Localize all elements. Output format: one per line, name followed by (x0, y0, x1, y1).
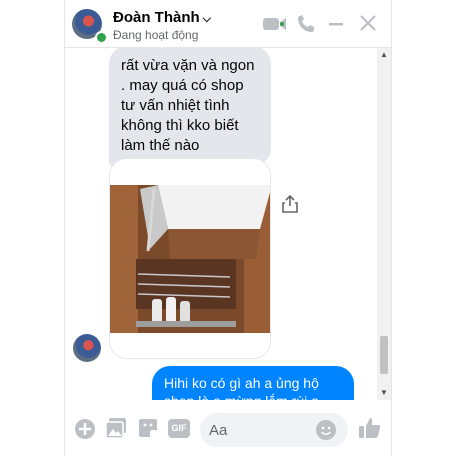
message-input-placeholder: Aa (209, 422, 228, 439)
outgoing-message[interactable]: Hihi ko có gì ah a ủng hộ shop là e mừng… (152, 366, 354, 400)
contact-name[interactable]: Đoàn Thành ⌵ (113, 9, 211, 26)
message-input[interactable]: Aa (200, 413, 348, 447)
message-image[interactable] (109, 158, 271, 359)
like-icon[interactable] (358, 416, 382, 440)
chat-header: Đoàn Thành ⌵ Đang hoạt động (65, 0, 391, 48)
composer: GIF Aa (65, 401, 391, 456)
sender-avatar[interactable] (73, 334, 101, 362)
kitchen-cabinet-photo (110, 159, 270, 358)
sticker-icon[interactable] (137, 417, 159, 439)
close-icon[interactable] (358, 13, 378, 35)
minimize-icon[interactable] (327, 13, 345, 35)
share-icon[interactable] (282, 195, 298, 213)
gif-icon[interactable]: GIF (168, 419, 190, 438)
video-camera-icon[interactable] (262, 13, 288, 35)
scrollbar-thumb[interactable] (380, 336, 388, 374)
photo-icon[interactable] (105, 417, 127, 439)
emoji-face-glyph (320, 426, 332, 435)
scrollbar[interactable]: ▲ ▼ (377, 48, 391, 400)
message-list: rất vừa vặn và ngon . may quá có shop tư… (65, 48, 377, 400)
chevron-down-icon[interactable]: ⌵ (203, 13, 211, 25)
phone-icon[interactable] (296, 13, 316, 35)
scroll-up-arrow-icon[interactable]: ▲ (380, 50, 388, 59)
emoji-icon[interactable] (316, 420, 336, 440)
active-status: Đang hoạt động (113, 28, 199, 42)
chat-window: Đoàn Thành ⌵ Đang hoạt động rất vừa vặn v… (64, 0, 392, 456)
incoming-message[interactable]: rất vừa vặn và ngon . may quá có shop tư… (109, 48, 271, 166)
add-icon[interactable] (74, 418, 96, 440)
contact-name-text: Đoàn Thành (113, 9, 200, 26)
online-status-dot (95, 31, 108, 44)
scroll-down-arrow-icon[interactable]: ▼ (380, 388, 388, 397)
